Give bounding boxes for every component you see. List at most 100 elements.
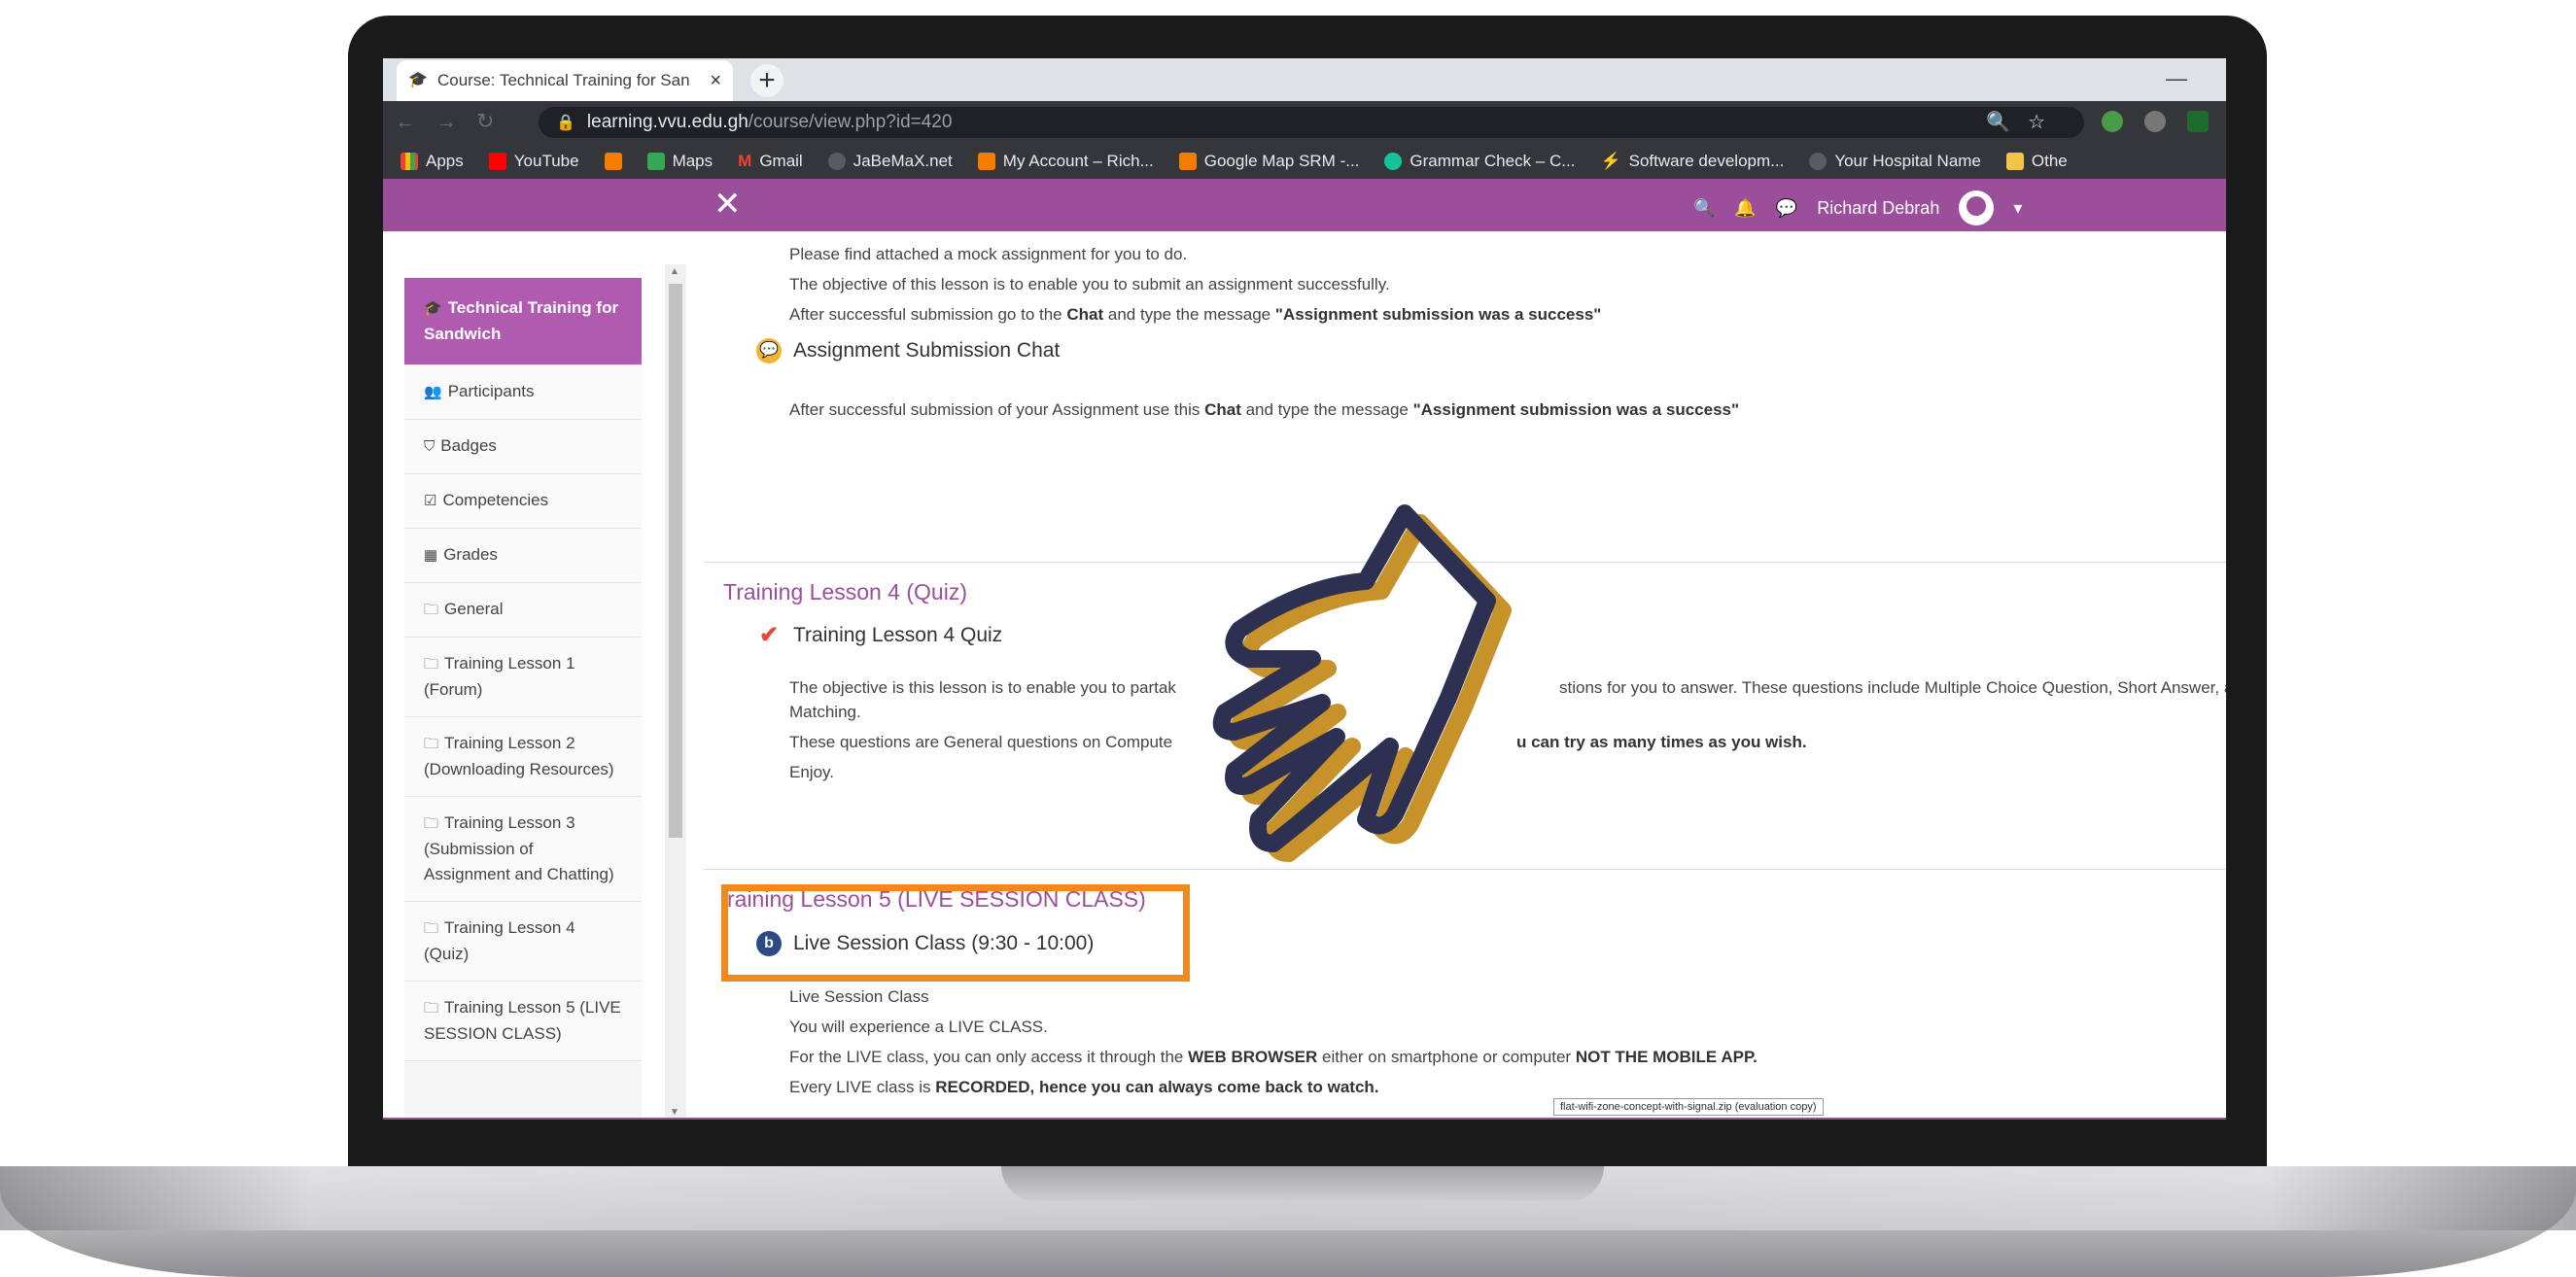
grammarly-icon xyxy=(1384,153,1403,170)
bookmark-software[interactable]: ⚡ Software developm... xyxy=(1600,152,1784,171)
bookmark-google-map[interactable]: Google Map SRM -... xyxy=(1178,152,1359,171)
table-icon: ▦ xyxy=(424,547,438,564)
quiz-description-2b: u can try as many times as you wish. xyxy=(1516,733,1807,751)
bookmark-jabemax[interactable]: JaBeMaX.net xyxy=(827,152,953,171)
sidebar-item-grades[interactable]: ▦ Grades xyxy=(404,529,642,583)
bookmark-label: Apps xyxy=(426,152,464,170)
bookmark-hospital[interactable]: Your Hospital Name xyxy=(1809,152,1981,171)
quiz-description-1: The objective is this lesson is to enabl… xyxy=(789,678,1176,697)
bookmarks-bar: Apps YouTube Maps M Gmail JaBeMaX.net My … xyxy=(383,144,2226,179)
folder-icon: 🗀 xyxy=(424,656,439,673)
bookmark-my-account[interactable]: My Account – Rich... xyxy=(977,152,1154,171)
sidebar-item-label: Competencies xyxy=(442,491,549,509)
bookmark-label: JaBeMaX.net xyxy=(853,152,953,170)
globe-icon xyxy=(1809,153,1828,170)
bookmark-other[interactable]: Othe xyxy=(2005,152,2068,171)
chat-activity-link[interactable]: 💬 Assignment Submission Chat xyxy=(756,338,1060,363)
apps-grid-icon xyxy=(400,153,418,170)
folder-icon: 🗀 xyxy=(424,602,439,618)
bookmark-moodle[interactable] xyxy=(604,153,622,170)
minimize-window-icon[interactable]: — xyxy=(2166,66,2187,91)
extension-icon[interactable] xyxy=(2102,111,2123,132)
bookmark-apps[interactable]: Apps xyxy=(400,152,464,171)
sidebar-item-badges[interactable]: ⛉ Badges xyxy=(404,420,642,474)
scroll-up-icon[interactable]: ▲ xyxy=(670,266,679,277)
moodle-favicon-icon: 🎓 xyxy=(408,72,428,88)
reload-icon[interactable]: ↻ xyxy=(476,109,513,133)
bookmark-maps[interactable]: Maps xyxy=(646,152,714,171)
users-icon: 👥 xyxy=(424,384,442,400)
sidebar-item-general[interactable]: 🗀 General xyxy=(404,583,642,638)
extension-icons xyxy=(2102,111,2209,132)
sidebar-item-label: Training Lesson 5 (LIVE SESSION CLASS) xyxy=(424,998,621,1043)
extension-icon[interactable] xyxy=(2187,111,2209,132)
assignment-text-1: Please find attached a mock assignment f… xyxy=(789,245,1188,263)
scroll-down-icon[interactable]: ▼ xyxy=(670,1107,679,1118)
bookmark-star-icon[interactable]: ☆ xyxy=(2028,112,2063,133)
messages-icon[interactable]: 💬 xyxy=(1776,198,1797,219)
course-sidebar: 🎓 Technical Training for Sandwich 👥 Partic… xyxy=(404,278,642,1120)
quiz-description-1b: stions for you to answer. These question… xyxy=(1559,678,2226,697)
bookmark-label: Maps xyxy=(672,152,714,170)
chevron-down-icon[interactable]: ▾ xyxy=(2013,198,2022,219)
sidebar-item-label: Technical Training for Sandwich xyxy=(424,298,619,343)
live-description-4: Every LIVE class is RECORDED, hence you … xyxy=(789,1078,1379,1096)
scroll-thumb[interactable] xyxy=(669,284,682,838)
user-name[interactable]: Richard Debrah xyxy=(1817,198,1939,219)
quiz-activity-link[interactable]: ✔ Training Lesson 4 Quiz xyxy=(756,623,1002,648)
chat-activity-label: Assignment Submission Chat xyxy=(793,339,1061,362)
address-bar[interactable]: 🔒 learning.vvu.edu.gh/course/view.php?id… xyxy=(539,107,2084,138)
sidebar-item-participants[interactable]: 👥 Participants xyxy=(404,365,642,420)
zoom-icon[interactable]: 🔍 xyxy=(1986,112,2028,133)
laptop-notch xyxy=(1001,1166,1604,1201)
sidebar-item-lesson-2[interactable]: 🗀 Training Lesson 2 (Downloading Resource… xyxy=(404,717,642,797)
sidebar-item-label: Training Lesson 3 (Submission of Assignm… xyxy=(424,813,614,883)
sidebar-item-lesson-1[interactable]: 🗀 Training Lesson 1 (Forum) xyxy=(404,638,642,717)
sidebar-item-label: Training Lesson 1 (Forum) xyxy=(424,654,575,699)
section-4-title[interactable]: Training Lesson 4 (Quiz) xyxy=(723,579,967,605)
nav-buttons: ←→↻ xyxy=(395,109,513,134)
gmail-icon: M xyxy=(738,152,752,170)
sidebar-scrollbar[interactable]: ▲ ▼ xyxy=(665,264,686,1120)
globe-icon xyxy=(827,153,846,170)
youtube-icon xyxy=(488,153,506,170)
bookmark-label: Grammar Check – C... xyxy=(1410,152,1576,170)
folder-icon: 🗀 xyxy=(424,920,439,937)
back-icon[interactable]: ← xyxy=(395,109,435,133)
maps-icon xyxy=(646,153,665,170)
sidebar-item-competencies[interactable]: ☑ Competencies xyxy=(404,474,642,529)
notification-bell-icon[interactable]: 🔔 xyxy=(1734,198,1756,219)
checkbox-icon: ☑ xyxy=(424,493,437,509)
bookmark-youtube[interactable]: YouTube xyxy=(488,152,579,171)
quiz-check-icon: ✔ xyxy=(758,622,780,648)
close-tab-icon[interactable]: × xyxy=(710,70,721,92)
chat-description: After successful submission of your Assi… xyxy=(789,400,1740,419)
close-drawer-icon[interactable]: ✕ xyxy=(714,185,742,224)
search-icon[interactable]: 🔍 xyxy=(1693,198,1715,219)
sidebar-item-lesson-4[interactable]: 🗀 Training Lesson 4 (Quiz) xyxy=(404,902,642,982)
lock-icon: 🔒 xyxy=(556,115,575,131)
bookmark-grammar[interactable]: Grammar Check – C... xyxy=(1384,152,1575,171)
quiz-description-3: Enjoy. xyxy=(789,763,834,781)
folder-icon xyxy=(2005,153,2024,170)
sidebar-item-lesson-3[interactable]: 🗀 Training Lesson 3 (Submission of Assign… xyxy=(404,797,642,902)
sidebar-item-lesson-5[interactable]: 🗀 Training Lesson 5 (LIVE SESSION CLASS) xyxy=(404,982,642,1061)
moodle-icon xyxy=(1178,153,1197,170)
bookmark-label: Your Hospital Name xyxy=(1834,152,1981,170)
highlight-box xyxy=(721,884,1190,982)
new-tab-button[interactable]: + xyxy=(750,64,783,97)
extension-icon[interactable] xyxy=(2144,111,2166,132)
quiz-activity-label: Training Lesson 4 Quiz xyxy=(793,624,1003,646)
bookmark-label: My Account – Rich... xyxy=(1002,152,1154,170)
moodle-navbar: ✕ 🔍 🔔 💬 Richard Debrah ▾ xyxy=(383,179,2226,231)
file-tooltip: flat-wifi-zone-concept-with-signal.zip (… xyxy=(1553,1098,1824,1116)
sidebar-item-course[interactable]: 🎓 Technical Training for Sandwich xyxy=(404,278,642,365)
browser-tab-bar: 🎓 Course: Technical Training for San × +… xyxy=(383,58,2226,101)
sidebar-item-label: Badges xyxy=(440,436,497,455)
navbar-user-area: 🔍 🔔 💬 Richard Debrah ▾ xyxy=(1693,190,2022,225)
browser-tab[interactable]: 🎓 Course: Technical Training for San × xyxy=(397,60,733,101)
forward-icon[interactable]: → xyxy=(435,109,476,133)
quiz-description-1c: Matching. xyxy=(789,703,861,721)
bookmark-gmail[interactable]: M Gmail xyxy=(738,152,803,171)
avatar[interactable] xyxy=(1959,190,1995,225)
